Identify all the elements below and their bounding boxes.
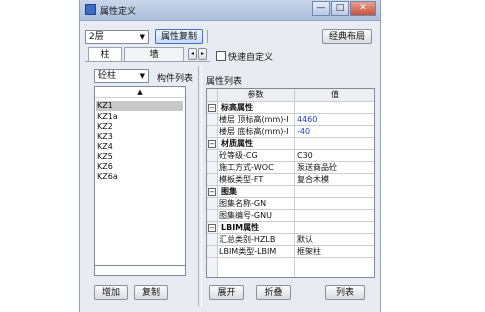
expand-button[interactable]: 展开 [209,285,244,300]
property-value[interactable]: -40 [297,126,373,137]
tab-wall[interactable]: 墙 [124,47,184,61]
quick-define-label: 快速自定义 [228,53,274,63]
property-value[interactable]: 复合木模 [297,174,373,185]
property-value[interactable] [297,198,373,209]
close-button[interactable]: ✕ [350,1,376,16]
chevron-down-icon: ▼ [139,33,145,41]
app-icon [85,4,96,15]
tab-scroll-right-button[interactable]: ▸ [198,48,207,60]
property-row[interactable]: 图集名称-GN [207,198,374,210]
property-grid[interactable]: 参数 值 − 标高属性 楼层 顶标高(mm)-I 4460 楼层 底标高(mm)-I -4… [206,88,375,278]
property-value[interactable]: 框架柱 [297,246,373,257]
property-list-label: 属性列表 [206,77,243,87]
property-value[interactable]: 泵送商品砼 [297,162,373,173]
panel-splitter[interactable] [198,66,202,306]
group-row[interactable]: − LBIM属性 [207,222,374,234]
property-param: 图集名称-GN [219,199,267,208]
property-row[interactable]: LBIM类型-LBIM 框架柱 [207,246,374,258]
property-row[interactable]: 汇总类别-HZLB 默认 [207,234,374,246]
window-title: 属性定义 [100,7,137,17]
list-item[interactable]: KZ5 [97,152,113,162]
title-bar[interactable]: 属性定义 — □ ✕ [80,0,380,21]
group-name: 材质属性 [221,139,253,148]
component-list[interactable]: ▲ KZ1 KZ1a KZ2 KZ3 KZ4 KZ5 KZ6 KZ6a [94,86,186,266]
group-row[interactable]: − 标高属性 [207,102,374,114]
grid-header-value: 值 [331,90,339,99]
copy-properties-button[interactable]: 属性复制 [155,29,203,44]
list-button[interactable]: 列表 [325,285,365,300]
property-param: 图集编号-GNU [219,211,272,220]
maximize-button[interactable]: □ [331,1,349,16]
classic-layout-button[interactable]: 经典布局 [322,29,372,44]
sort-up-icon[interactable]: ▲ [95,87,185,98]
quick-define-checkbox[interactable] [216,51,226,61]
grid-header-row: 参数 值 [207,89,374,102]
group-name: 图集 [221,187,237,196]
property-row[interactable]: 模板类型-FT 复合木模 [207,174,374,186]
component-type-select[interactable]: 砼柱 ▼ [94,69,149,83]
group-row[interactable]: − 材质属性 [207,138,374,150]
collapse-toggle-icon[interactable]: − [208,140,216,148]
property-value[interactable]: C30 [297,150,373,161]
property-param: 楼层 顶标高(mm)-I [219,115,289,124]
collapse-toggle-icon[interactable]: − [208,224,216,232]
list-item[interactable]: KZ6 [97,162,113,172]
tab-column[interactable]: 柱 [88,47,122,61]
add-button[interactable]: 增加 [94,285,128,300]
property-row[interactable]: 楼层 顶标高(mm)-I 4460 [207,114,374,126]
property-definition-window: 属性定义 — □ ✕ 2层 ▼ 属性复制 经典布局 柱 墙 ◂ ▸ 快速自定义 … [79,0,381,312]
property-param: 砼等级-CG [219,151,258,160]
property-param: 模板类型-FT [219,175,264,184]
component-list-label: 构件列表 [157,74,194,84]
property-param: 楼层 底标高(mm)-I [219,127,289,136]
list-item[interactable]: KZ1 [96,101,183,111]
property-value[interactable] [297,210,373,221]
copy-button[interactable]: 复制 [134,285,168,300]
property-value[interactable]: 4460 [297,114,373,125]
tab-scroll-left-button[interactable]: ◂ [188,48,197,60]
list-item[interactable]: KZ3 [97,132,113,142]
minimize-button[interactable]: — [312,1,330,16]
collapse-toggle-icon[interactable]: − [208,188,216,196]
toolbar-separator [207,30,212,43]
property-row[interactable]: 图集编号-GNU [207,210,374,222]
property-row[interactable]: 楼层 底标高(mm)-I -40 [207,126,374,138]
property-param: LBIM类型-LBIM [219,247,277,256]
property-row[interactable]: 施工方式-WOC 泵送商品砼 [207,162,374,174]
floor-select[interactable]: 2层 ▼ [85,30,149,44]
group-name: LBIM属性 [221,223,260,232]
collapse-button[interactable]: 折叠 [256,285,291,300]
property-param: 施工方式-WOC [219,163,274,172]
property-row[interactable]: 砼等级-CG C30 [207,150,374,162]
list-item[interactable]: KZ1a [97,112,118,122]
group-name: 标高属性 [221,103,253,112]
list-item[interactable]: KZ6a [97,172,118,182]
property-value[interactable]: 默认 [297,234,373,245]
group-row[interactable]: − 图集 [207,186,374,198]
list-item[interactable]: KZ4 [97,142,113,152]
collapse-toggle-icon[interactable]: − [208,104,216,112]
grid-header-param: 参数 [217,89,295,100]
component-list-footer [94,266,186,276]
property-param: 汇总类别-HZLB [219,235,276,244]
tab-underline [85,61,210,62]
list-item[interactable]: KZ2 [97,122,113,132]
chevron-down-icon: ▼ [139,72,145,80]
